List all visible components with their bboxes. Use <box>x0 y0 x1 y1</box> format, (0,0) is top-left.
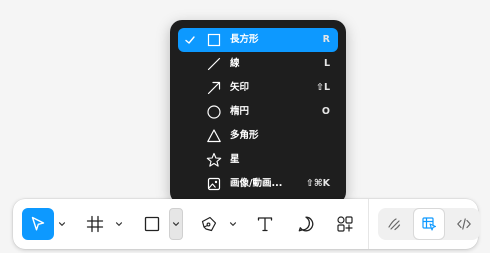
frame-tool-dropdown[interactable] <box>112 208 126 240</box>
ellipse-icon <box>207 105 221 119</box>
shape-tool-dropdown[interactable] <box>169 208 183 240</box>
menu-item-label: 多角形 <box>230 130 259 141</box>
shape-tools-menu: 長方形 R 線 L 矢印 ⇧L 楕円 O 多角形 星 画像/動画... ⇧⌘K <box>170 20 346 204</box>
menu-item-label: 長方形 <box>230 34 259 45</box>
image-icon <box>207 177 221 191</box>
actions-tool-button[interactable] <box>329 208 361 240</box>
comment-tool-button[interactable] <box>290 208 322 240</box>
design-icon <box>422 217 437 231</box>
draw-icon <box>388 218 401 231</box>
menu-item-arrow[interactable]: 矢印 ⇧L <box>178 76 338 100</box>
frame-icon <box>86 215 104 233</box>
menu-item-label: 楕円 <box>230 106 250 117</box>
menu-item-label: 星 <box>230 154 240 165</box>
frame-tool-button[interactable] <box>79 208 111 240</box>
pen-tool-dropdown[interactable] <box>226 208 240 240</box>
menu-item-shortcut: ⇧⌘K <box>305 178 330 189</box>
menu-item-star[interactable]: 星 <box>178 148 338 172</box>
chevron-down-icon <box>229 222 237 226</box>
rectangle-icon <box>207 33 221 47</box>
pen-tool-button[interactable] <box>193 208 225 240</box>
line-icon <box>207 57 221 71</box>
rectangle-icon <box>144 216 160 232</box>
checkmark-icon <box>185 36 195 44</box>
menu-item-label: 画像/動画... <box>230 178 283 189</box>
polygon-icon <box>207 129 221 143</box>
code-icon <box>457 218 471 230</box>
menu-item-label: 矢印 <box>230 82 250 93</box>
menu-item-rectangle[interactable]: 長方形 R <box>178 28 338 52</box>
dev-mode-button[interactable] <box>448 208 480 240</box>
shapes-plus-icon <box>337 216 353 232</box>
menu-item-polygon[interactable]: 多角形 <box>178 124 338 148</box>
menu-item-ellipse[interactable]: 楕円 O <box>178 100 338 124</box>
menu-item-shortcut: L <box>323 58 330 69</box>
text-tool-button[interactable] <box>249 208 281 240</box>
menu-item-shortcut: R <box>322 34 330 45</box>
move-tool-dropdown[interactable] <box>55 208 69 240</box>
menu-item-label: 線 <box>230 58 240 69</box>
chevron-down-icon <box>172 222 180 226</box>
comment-icon <box>298 216 314 232</box>
toolbar-divider <box>368 199 369 249</box>
text-icon <box>257 217 273 232</box>
draw-mode-button[interactable] <box>378 208 410 240</box>
chevron-down-icon <box>115 222 123 226</box>
cursor-icon <box>31 216 45 231</box>
move-tool-button[interactable] <box>22 208 54 240</box>
pen-icon <box>201 216 217 232</box>
star-icon <box>206 152 222 167</box>
arrow-icon <box>207 81 221 95</box>
shape-tool-button[interactable] <box>136 208 168 240</box>
design-mode-button[interactable] <box>413 208 445 240</box>
mode-switcher <box>378 208 480 240</box>
menu-item-shortcut: ⇧L <box>315 82 330 93</box>
menu-item-line[interactable]: 線 L <box>178 52 338 76</box>
bottom-toolbar <box>13 199 480 249</box>
menu-item-shortcut: O <box>321 106 330 117</box>
menu-item-image-video[interactable]: 画像/動画... ⇧⌘K <box>178 172 338 196</box>
chevron-down-icon <box>58 222 66 226</box>
